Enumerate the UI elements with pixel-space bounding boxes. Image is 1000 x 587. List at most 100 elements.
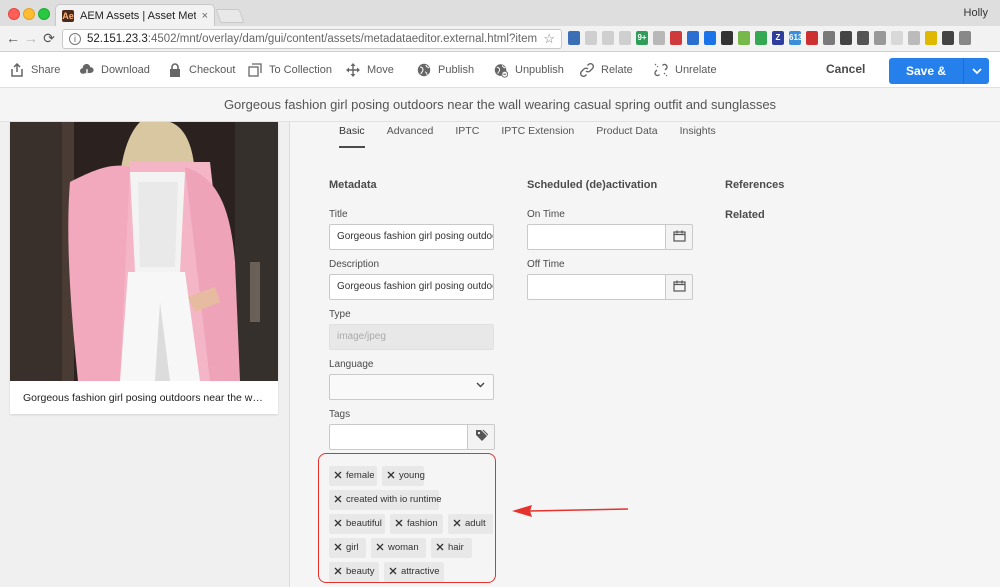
url-bar[interactable]: i 52.151.23.3:4502/mnt/overlay/dam/gui/c…	[62, 29, 562, 49]
ext-22-icon[interactable]	[925, 31, 937, 45]
download-button[interactable]: Download	[80, 52, 150, 88]
related-heading: Related	[725, 209, 765, 221]
tags-label: Tags	[329, 409, 351, 420]
tag-chip[interactable]: attractive	[384, 562, 444, 582]
ext-19-icon[interactable]	[874, 31, 886, 45]
on-time-field[interactable]	[527, 224, 666, 250]
forward-icon[interactable]: →	[22, 30, 40, 46]
asset-card[interactable]: Gorgeous fashion girl posing outdoors ne…	[10, 122, 278, 414]
on-time-calendar-button[interactable]	[665, 224, 693, 250]
remove-tag-icon[interactable]	[453, 514, 461, 534]
off-time-field[interactable]	[527, 274, 666, 300]
remove-tag-icon[interactable]	[387, 466, 395, 486]
profile-name[interactable]: Holly	[964, 7, 988, 19]
ext-11-icon[interactable]	[738, 31, 750, 45]
zoom-window-button[interactable]	[38, 8, 50, 20]
browser-tab[interactable]: Ae AEM Assets | Asset Metadata ×	[55, 4, 215, 26]
ext-9-icon[interactable]	[704, 31, 716, 45]
tab-insights[interactable]: Insights	[669, 124, 727, 148]
tag-chip[interactable]: girl	[329, 538, 366, 558]
type-label: Type	[329, 309, 351, 320]
ext-1-icon[interactable]	[568, 31, 580, 45]
unrelate-label: Unrelate	[675, 64, 717, 76]
ext-16-icon[interactable]	[823, 31, 835, 45]
ext-13-icon[interactable]: Z	[772, 31, 784, 45]
ext-4-icon[interactable]	[619, 31, 631, 45]
tag-picker-button[interactable]	[467, 424, 495, 450]
ext-17-icon[interactable]	[840, 31, 852, 45]
ext-2-icon[interactable]	[585, 31, 597, 45]
ext-3-icon[interactable]	[602, 31, 614, 45]
close-window-button[interactable]	[8, 8, 20, 20]
tag-chip[interactable]: created with io runtime	[329, 490, 442, 510]
url-path: :4502/mnt/overlay/dam/gui/content/assets…	[147, 33, 538, 45]
site-info-icon[interactable]: i	[69, 33, 81, 45]
cancel-button[interactable]: Cancel	[826, 62, 865, 76]
remove-tag-icon[interactable]	[334, 514, 342, 534]
tag-label: hair	[448, 542, 464, 553]
tag-chip[interactable]: young	[382, 466, 425, 486]
metadata-panel: Basic Advanced IPTC IPTC Extension Produ…	[291, 122, 1000, 587]
off-time-calendar-button[interactable]	[665, 274, 693, 300]
ext-20-icon[interactable]	[891, 31, 903, 45]
ext-10-icon[interactable]	[721, 31, 733, 45]
ext-24-icon[interactable]	[959, 31, 971, 45]
remove-tag-icon[interactable]	[334, 538, 342, 558]
tab-close-icon[interactable]: ×	[202, 10, 208, 22]
tag-chip[interactable]: beautiful	[329, 514, 385, 534]
to-collection-button[interactable]: To Collection	[248, 52, 332, 88]
tag-chip[interactable]: woman	[371, 538, 426, 558]
ext-6-icon[interactable]	[653, 31, 665, 45]
to-collection-label: To Collection	[269, 64, 332, 76]
title-field[interactable]: Gorgeous fashion girl posing outdoors ne…	[329, 224, 494, 250]
ext-12-icon[interactable]	[755, 31, 767, 45]
save-close-button[interactable]: Save & Close	[889, 58, 964, 104]
tab-iptc-extension[interactable]: IPTC Extension	[490, 124, 585, 148]
remove-tag-icon[interactable]	[376, 538, 384, 558]
description-field[interactable]: Gorgeous fashion girl posing outdoors ne…	[329, 274, 494, 300]
ext-18-icon[interactable]	[857, 31, 869, 45]
checkout-button[interactable]: Checkout	[168, 52, 235, 88]
tab-basic[interactable]: Basic	[339, 124, 376, 148]
remove-tag-icon[interactable]	[389, 562, 397, 582]
minimize-window-button[interactable]	[23, 8, 35, 20]
publish-button[interactable]: Publish	[417, 52, 474, 88]
tag-chip[interactable]: hair	[431, 538, 472, 558]
unlink-icon	[654, 63, 668, 77]
remove-tag-icon[interactable]	[334, 490, 342, 510]
remove-tag-icon[interactable]	[395, 514, 403, 534]
share-button[interactable]: Share	[10, 52, 60, 88]
reload-icon[interactable]: ⟳	[40, 30, 58, 47]
ext-5-icon[interactable]: 9+	[636, 31, 648, 45]
ext-15-icon[interactable]	[806, 31, 818, 45]
ext-21-icon[interactable]	[908, 31, 920, 45]
bookmark-star-icon[interactable]: ☆	[543, 31, 555, 47]
relate-button[interactable]: Relate	[580, 52, 633, 88]
tag-chip[interactable]: female	[329, 466, 377, 486]
tags-input[interactable]	[329, 424, 468, 450]
tag-label: beauty	[346, 566, 375, 577]
tag-chip[interactable]: adult	[448, 514, 493, 534]
ext-7-icon[interactable]	[670, 31, 682, 45]
tag-chip[interactable]: beauty	[329, 562, 379, 582]
unpublish-button[interactable]: Unpublish	[494, 52, 564, 88]
unrelate-button[interactable]: Unrelate	[654, 52, 717, 88]
back-icon[interactable]: ←	[4, 30, 22, 46]
remove-tag-icon[interactable]	[334, 466, 342, 486]
ext-14-icon[interactable]: 613	[789, 31, 802, 45]
tag-label: female	[346, 470, 375, 481]
tag-chip[interactable]: fashion	[390, 514, 443, 534]
remove-tag-icon[interactable]	[436, 538, 444, 558]
tag-label: beautiful	[346, 518, 382, 529]
tag-label: young	[399, 470, 425, 481]
language-select[interactable]	[329, 374, 494, 400]
chevron-down-icon[interactable]	[964, 58, 989, 84]
remove-tag-icon[interactable]	[334, 562, 342, 582]
new-tab-button[interactable]	[215, 9, 245, 23]
ext-8-icon[interactable]	[687, 31, 699, 45]
tab-advanced[interactable]: Advanced	[376, 124, 445, 148]
move-button[interactable]: Move	[346, 52, 394, 88]
ext-23-icon[interactable]	[942, 31, 954, 45]
tab-product-data[interactable]: Product Data	[585, 124, 668, 148]
tab-iptc[interactable]: IPTC	[444, 124, 490, 148]
